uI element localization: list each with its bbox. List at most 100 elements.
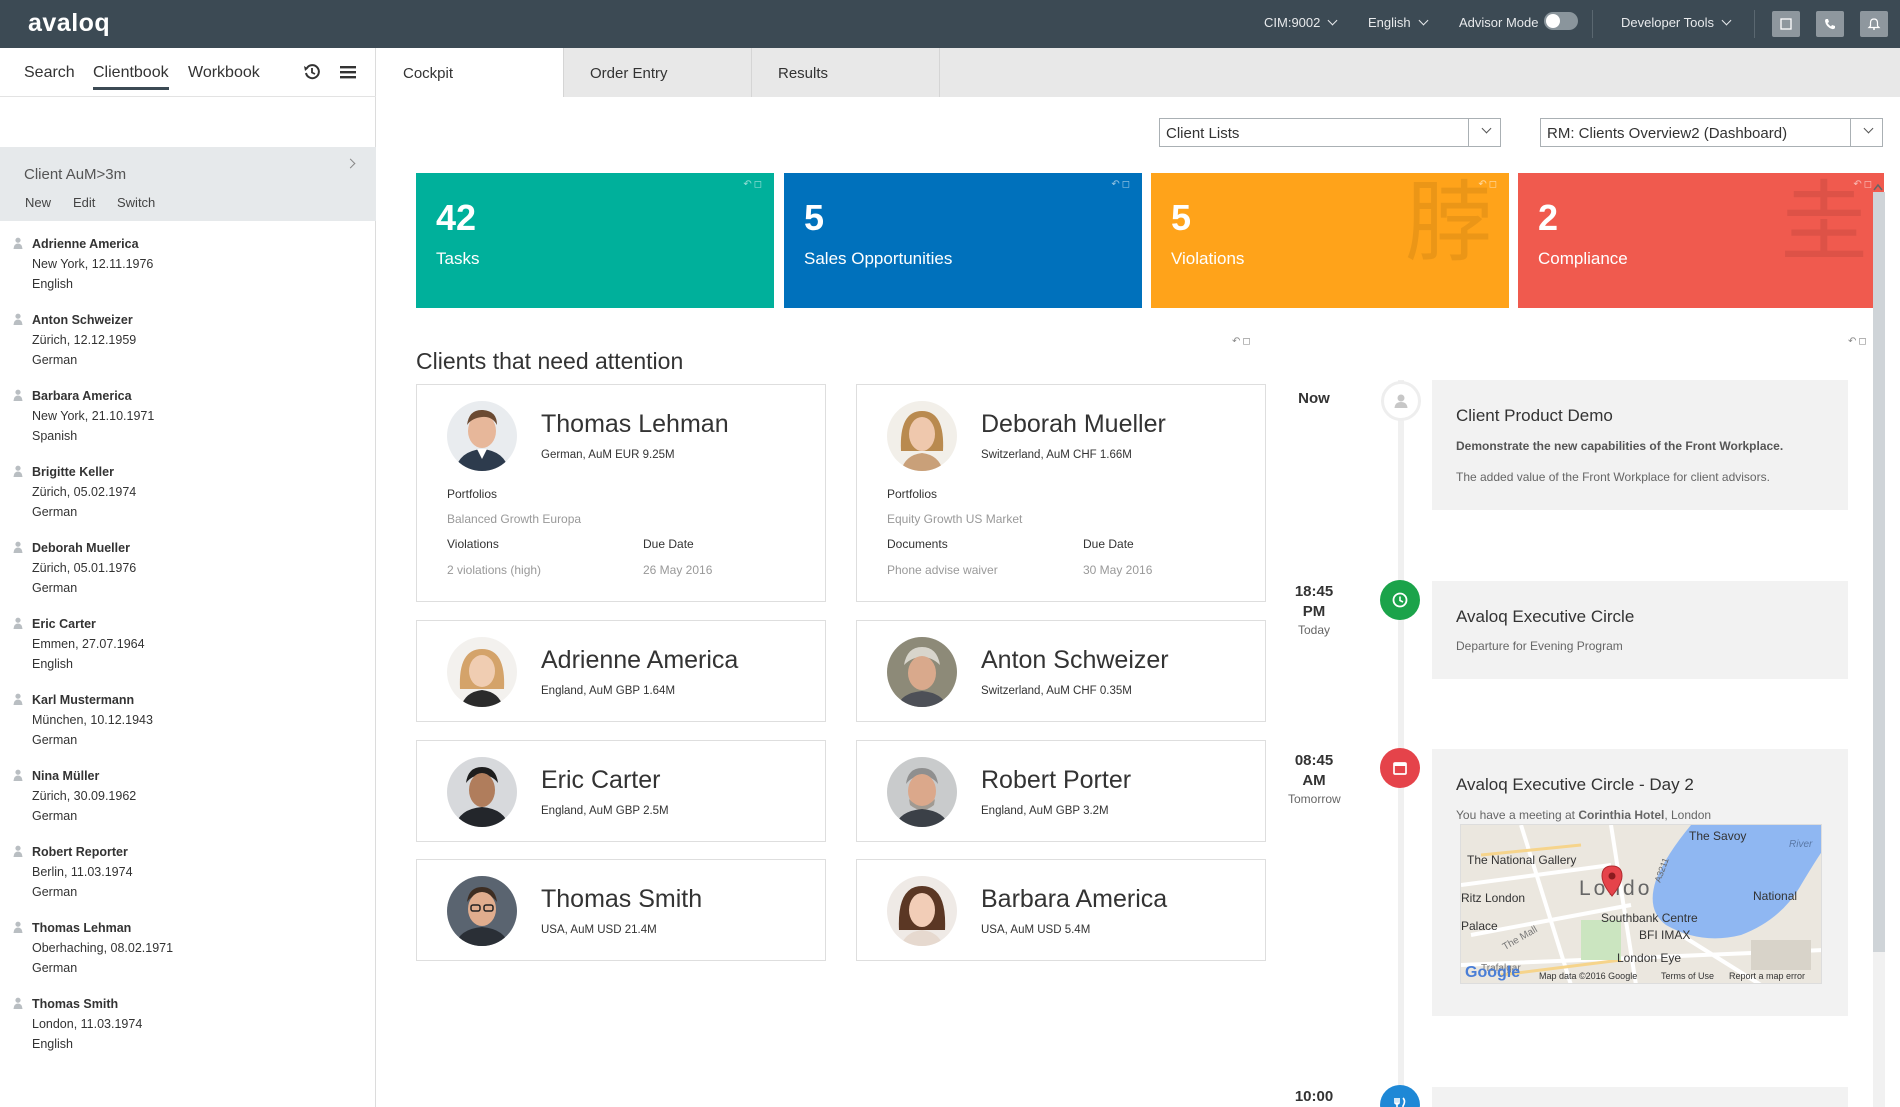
event-location: Corinthia Hotel (1578, 808, 1665, 822)
sidebar-client-item[interactable]: Brigitte Keller Zürich, 05.02.1974 German (0, 456, 376, 532)
field-label: Due Date (643, 537, 694, 551)
dashboard-select[interactable]: RM: Clients Overview2 (Dashboard) (1540, 118, 1883, 147)
edit-list-button[interactable]: Edit (73, 195, 95, 210)
map-label: Ritz London (1461, 891, 1526, 905)
person-icon (13, 541, 23, 553)
event-title: Client Product Demo (1456, 406, 1613, 425)
client-name: Nina Müller (32, 769, 100, 783)
sidebar-client-item[interactable]: Adrienne America New York, 12.11.1976 Engl… (0, 228, 376, 304)
avatar (447, 876, 517, 946)
client-card-deborah-mueller[interactable]: Deborah Mueller Switzerland, AuM CHF 1.6… (856, 384, 1266, 602)
client-card-thomas-smith[interactable]: Thomas Smith USA, AuM USD 21.4M (416, 859, 826, 961)
map-attribution: Map data ©2016 Google (1539, 971, 1638, 981)
sidebar-client-item[interactable]: Eric Carter Emmen, 27.07.1964 English (0, 608, 376, 684)
tile-tasks[interactable]: ↶◻ 42 Tasks (416, 173, 774, 308)
client-location-dob: New York, 21.10.1971 (32, 409, 155, 423)
tile-controls[interactable]: ↶◻ (743, 179, 764, 190)
sidebar-client-item[interactable]: Robert Reporter Berlin, 11.03.1974 German (0, 836, 376, 912)
client-list-header: Client AuM>3m New Edit Switch (0, 147, 376, 221)
event-card-client-product-demo[interactable]: Client Product Demo Demonstrate the new … (1432, 380, 1848, 510)
client-card-thomas-lehman[interactable]: Thomas Lehman German, AuM EUR 9.25M Port… (416, 384, 826, 602)
sidebar-client-item[interactable]: Thomas Lehman Oberhaching, 08.02.1971 Germ… (0, 912, 376, 988)
tab-search[interactable]: Search (24, 64, 75, 82)
history-icon[interactable] (302, 62, 322, 82)
event-card-executive-circle[interactable]: Avaloq Executive Circle Departure for Ev… (1432, 581, 1848, 679)
chevron-down-icon (1863, 123, 1874, 134)
person-icon (13, 769, 23, 781)
client-info: England, AuM GBP 2.5M (541, 805, 669, 817)
scroll-up-icon[interactable] (1872, 182, 1884, 192)
location-map[interactable]: The Savoy The National Gallery Ritz Lond… (1460, 824, 1822, 984)
top-bar: avaloq CIM:9002 English Advisor Mode Dev… (0, 0, 1900, 48)
scroll-thumb[interactable] (1873, 192, 1885, 952)
menu-icon[interactable] (338, 62, 358, 82)
person-icon (13, 693, 23, 705)
chevron-down-icon (1721, 15, 1732, 26)
person-icon (13, 845, 23, 857)
map-report-link[interactable]: Report a map error (1729, 971, 1805, 981)
client-name: Anton Schweizer (981, 646, 1169, 674)
notes-button[interactable] (1772, 11, 1800, 37)
timeline-time: 18:45 PM (1294, 583, 1334, 620)
timeline-controls[interactable]: ↶◻ (1848, 336, 1869, 347)
timeline-scrollbar[interactable] (1870, 182, 1885, 1107)
client-name: Robert Reporter (32, 845, 128, 859)
sidebar-client-item[interactable]: Karl Mustermann München, 10.12.1943 German (0, 684, 376, 760)
event-card-next[interactable] (1432, 1087, 1848, 1107)
sidebar-client-item[interactable]: Deborah Mueller Zürich, 05.01.1976 German (0, 532, 376, 608)
client-name: Deborah Mueller (32, 541, 130, 555)
notifications-button[interactable] (1860, 11, 1888, 37)
client-language: German (32, 581, 78, 595)
tile-sales-opportunities[interactable]: ↶◻ 5 Sales Opportunities (784, 173, 1142, 308)
client-list: Adrienne America New York, 12.11.1976 Engl… (0, 228, 376, 1064)
sidebar-client-item[interactable]: Barbara America New York, 21.10.1971 Spani… (0, 380, 376, 456)
sidebar-client-item[interactable]: Anton Schweizer Zürich, 12.12.1959 German (0, 304, 376, 380)
chevron-right-icon[interactable] (345, 158, 356, 169)
tab-order-entry[interactable]: Order Entry (564, 48, 752, 97)
tile-compliance[interactable]: 圭 ↶◻ 2 Compliance (1518, 173, 1884, 308)
client-info: England, AuM GBP 3.2M (981, 805, 1109, 817)
attention-section-title: Clients that need attention (416, 348, 684, 374)
developer-tools-menu[interactable]: Developer Tools (1621, 15, 1732, 30)
note-icon (1780, 18, 1792, 30)
tile-violations[interactable]: 脖 ↶◻ 5 Violations (1151, 173, 1509, 308)
client-location-dob: München, 10.12.1943 (32, 713, 153, 727)
tab-workbook[interactable]: Workbook (188, 64, 260, 82)
map-terms-link[interactable]: Terms of Use (1661, 971, 1714, 981)
chevron-down-icon (1481, 123, 1492, 134)
client-card-adrienne-america[interactable]: Adrienne America England, AuM GBP 1.64M (416, 620, 826, 722)
map-label: Southbank Centre (1601, 911, 1698, 925)
field-value: Phone advise waiver (887, 563, 998, 577)
tab-cockpit[interactable]: Cockpit (377, 48, 564, 97)
instance-selector[interactable]: CIM:9002 (1264, 15, 1338, 30)
google-logo: Google (1465, 964, 1521, 981)
language-selector[interactable]: English (1368, 15, 1429, 30)
client-name: Thomas Lehman (541, 410, 729, 438)
map-pin-icon[interactable] (1601, 865, 1623, 897)
tab-clientbook[interactable]: Clientbook (93, 64, 169, 90)
client-card-robert-porter[interactable]: Robert Porter England, AuM GBP 3.2M (856, 740, 1266, 842)
client-card-anton-schweizer[interactable]: Anton Schweizer Switzerland, AuM CHF 0.3… (856, 620, 1266, 722)
avaloq-logo[interactable]: avaloq (28, 9, 110, 38)
client-card-barbara-america[interactable]: Barbara America USA, AuM USD 5.4M (856, 859, 1266, 961)
sidebar-client-item[interactable]: Nina Müller Zürich, 30.09.1962 German (0, 760, 376, 836)
section-controls[interactable]: ↶◻ (1232, 336, 1253, 347)
switch-list-button[interactable]: Switch (117, 195, 155, 210)
tile-label: Tasks (436, 249, 480, 268)
tile-controls[interactable]: ↶◻ (1478, 179, 1499, 190)
new-list-button[interactable]: New (25, 195, 51, 210)
client-name: Eric Carter (541, 766, 661, 794)
sidebar-client-item[interactable]: Thomas Smith London, 11.03.1974 English (0, 988, 376, 1064)
tab-results[interactable]: Results (752, 48, 940, 97)
tile-controls[interactable]: ↶◻ (1111, 179, 1132, 190)
advisor-mode-toggle[interactable] (1544, 12, 1578, 30)
dropdown-button[interactable] (1468, 119, 1500, 146)
client-lists-select[interactable]: Client Lists (1159, 118, 1501, 147)
dropdown-button[interactable] (1850, 119, 1882, 146)
event-card-executive-circle-day2[interactable]: Avaloq Executive Circle - Day 2 You have… (1432, 749, 1848, 1016)
timeline-day: Tomorrow (1288, 792, 1341, 806)
watermark-glyph: 脖 (1404, 173, 1493, 274)
client-card-eric-carter[interactable]: Eric Carter England, AuM GBP 2.5M (416, 740, 826, 842)
map-label: Palace (1461, 919, 1498, 933)
phone-button[interactable] (1816, 11, 1844, 37)
